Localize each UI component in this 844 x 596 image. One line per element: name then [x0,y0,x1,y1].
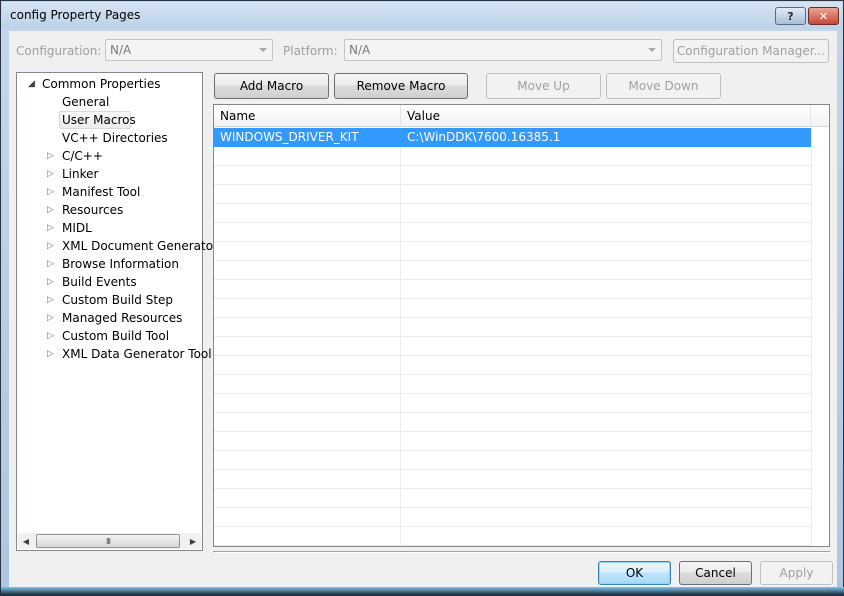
add-macro-button[interactable]: Add Macro [214,73,329,99]
tree-item[interactable]: XML Data Generator Tool [62,345,212,363]
window-title: config Property Pages [10,8,141,22]
tree-item[interactable]: Browse Information [62,255,179,273]
expand-arrow-icon[interactable]: ▷ [47,237,54,255]
empty-table-row[interactable] [214,223,811,242]
expand-arrow-icon[interactable]: ▷ [47,165,54,183]
empty-table-row[interactable] [214,527,811,546]
table-row[interactable]: WINDOWS_DRIVER_KIT C:\WinDDK\7600.16385.1 [214,128,811,147]
empty-table-row[interactable] [214,413,811,432]
empty-table-row[interactable] [214,147,811,166]
empty-table-row[interactable] [214,489,811,508]
tree-item[interactable]: General [62,93,109,111]
expand-arrow-icon[interactable]: ▷ [47,183,54,201]
move-down-button[interactable]: Move Down [606,73,721,99]
chevron-down-icon [259,48,267,52]
column-header-value[interactable]: Value [401,105,811,127]
column-divider [811,127,812,546]
expand-arrow-icon[interactable]: ▷ [47,273,54,291]
window-frame-bottom [1,587,844,595]
expand-arrow-icon[interactable]: ▷ [47,201,54,219]
tree-item[interactable]: Resources [62,201,123,219]
expand-arrow-icon[interactable]: ▷ [47,345,54,363]
tree-item[interactable]: Manifest Tool [62,183,140,201]
empty-table-row[interactable] [214,299,811,318]
empty-table-row[interactable] [214,356,811,375]
platform-label: Platform: [283,44,338,58]
apply-button[interactable]: Apply [760,561,833,585]
empty-table-row[interactable] [214,280,811,299]
property-tree: ◢ Common Properties General User Macros VC… [16,72,218,551]
expand-arrow-icon[interactable]: ▷ [47,255,54,273]
configuration-label: Configuration: [16,44,102,58]
tree-item[interactable]: XML Document Generator [62,237,218,255]
tree-item[interactable]: Custom Build Step [62,291,173,309]
ok-button[interactable]: OK [598,561,671,585]
expand-arrow-icon[interactable]: ▷ [47,309,54,327]
empty-table-row[interactable] [214,261,811,280]
tree-horizontal-scrollbar[interactable]: ◀ III ▶ [18,533,201,549]
macro-name-cell[interactable]: WINDOWS_DRIVER_KIT [214,128,359,146]
expand-arrow-icon[interactable]: ▷ [47,327,54,345]
empty-table-row[interactable] [214,204,811,223]
macros-grid: Name Value WINDOWS_DRIVER_KIT C:\WinDDK\7… [213,104,830,547]
configuration-manager-button[interactable]: Configuration Manager... [673,39,829,63]
tree-item[interactable]: C/C++ [62,147,103,165]
tree-item[interactable]: Custom Build Tool [62,327,169,345]
remove-macro-button[interactable]: Remove Macro [334,73,468,99]
title-bar: config Property Pages ? ✕ [2,2,842,29]
grid-header: Name Value [214,105,829,127]
empty-table-row[interactable] [214,432,811,451]
tree-item[interactable]: User Macros [62,111,136,129]
empty-table-row[interactable] [214,470,811,489]
macro-value-cell[interactable]: C:\WinDDK\7600.16385.1 [401,128,560,146]
property-pages-window: config Property Pages ? ✕ Configuration:… [0,0,844,596]
separator [213,551,830,553]
scroll-right-icon[interactable]: ▶ [185,533,201,549]
chevron-down-icon [648,48,656,52]
expanded-arrow-icon[interactable]: ◢ [28,75,35,93]
dialog-client: Configuration: N/A Platform: N/A Configu… [9,31,837,589]
tree-item[interactable]: Linker [62,165,98,183]
help-button[interactable]: ? [775,7,806,25]
column-header-name[interactable]: Name [214,105,401,127]
tree-root-common-properties[interactable]: Common Properties [42,75,161,93]
expand-arrow-icon[interactable]: ▷ [47,291,54,309]
configuration-select[interactable]: N/A [105,39,273,61]
empty-table-row[interactable] [214,508,811,527]
cancel-button[interactable]: Cancel [679,561,752,585]
platform-select[interactable]: N/A [344,39,662,61]
empty-table-row[interactable] [214,166,811,185]
empty-table-row[interactable] [214,394,811,413]
help-icon: ? [787,9,794,23]
platform-value: N/A [349,43,371,57]
tree-item[interactable]: VC++ Directories [62,129,168,147]
scroll-left-icon[interactable]: ◀ [18,533,34,549]
configuration-value: N/A [110,43,132,57]
scroll-thumb[interactable]: III [36,534,180,548]
tree-item[interactable]: MIDL [62,219,92,237]
tree-item[interactable]: Managed Resources [62,309,182,327]
empty-table-row[interactable] [214,185,811,204]
empty-table-row[interactable] [214,242,811,261]
tree-item[interactable]: Build Events [62,273,137,291]
expand-arrow-icon[interactable]: ▷ [47,147,54,165]
empty-table-row[interactable] [214,337,811,356]
move-up-button[interactable]: Move Up [486,73,601,99]
empty-table-row[interactable] [214,451,811,470]
close-button[interactable]: ✕ [808,7,839,25]
empty-table-row[interactable] [214,375,811,394]
expand-arrow-icon[interactable]: ▷ [47,219,54,237]
close-icon: ✕ [818,9,829,23]
empty-table-row[interactable] [214,318,811,337]
